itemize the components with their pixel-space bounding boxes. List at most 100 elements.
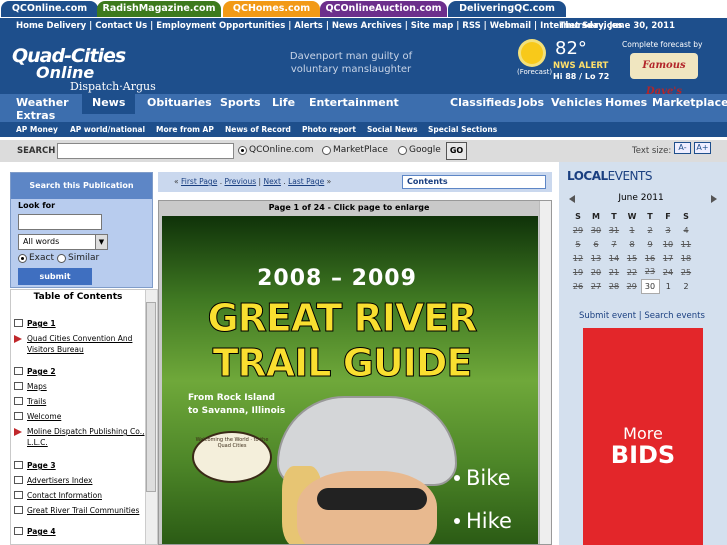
publication-submit-button[interactable]: submit: [18, 268, 92, 285]
subnav-more-ap[interactable]: More from AP: [156, 122, 214, 137]
sponsor-logo[interactable]: Famous Dave's: [630, 53, 698, 97]
subnav-social-news[interactable]: Social News: [367, 122, 418, 137]
calendar-day[interactable]: 16: [641, 251, 659, 265]
toc-item-welcome[interactable]: Welcome: [14, 411, 61, 422]
toc-item-page4[interactable]: Page 4: [14, 526, 56, 537]
calendar-day[interactable]: 18: [677, 251, 695, 265]
calendar-day[interactable]: 6: [587, 237, 605, 251]
calendar-day[interactable]: 26: [569, 279, 587, 293]
calendar-day[interactable]: 1: [623, 223, 641, 237]
local-events-logo[interactable]: LOCALEVENTS: [567, 169, 717, 183]
nav-entertainment[interactable]: Entertainment: [309, 96, 399, 109]
calendar-day[interactable]: 19: [569, 265, 587, 279]
calendar-day[interactable]: 2: [677, 279, 695, 293]
toc-item-page3[interactable]: Page 3: [14, 460, 56, 471]
first-page-link[interactable]: First Page: [181, 177, 217, 186]
calendar-day[interactable]: 23: [641, 265, 659, 279]
radio-google[interactable]: Google: [398, 145, 441, 155]
calendar-day[interactable]: 31: [605, 223, 623, 237]
search-input[interactable]: [57, 143, 234, 159]
subnav-special-sections[interactable]: Special Sections: [428, 122, 497, 137]
viewer-scrollbar[interactable]: [539, 201, 551, 544]
toc-item-communities[interactable]: Great River Trail Communities: [14, 505, 139, 516]
radio-marketplace[interactable]: MarketPlace: [322, 145, 388, 155]
radio-similar[interactable]: Similar: [57, 253, 99, 263]
toc-item-moline-dispatch[interactable]: Moline Dispatch Publishing Co., L.L.C.: [14, 426, 146, 448]
toc-scroll-thumb[interactable]: [146, 302, 156, 492]
next-link[interactable]: Next: [263, 177, 280, 186]
calendar-day[interactable]: 9: [641, 237, 659, 251]
nws-alert[interactable]: NWS ALERT: [553, 61, 608, 71]
radio-qconline[interactable]: QCOnline.com: [238, 145, 313, 155]
breaking-headline[interactable]: Davenport man guilty of voluntary mansla…: [266, 50, 436, 76]
subnav-photo-report[interactable]: Photo report: [302, 122, 356, 137]
toc-scrollbar[interactable]: [145, 290, 157, 544]
nav-homes[interactable]: Homes: [605, 96, 647, 109]
calendar-day[interactable]: 7: [605, 237, 623, 251]
subnav-ap-world[interactable]: AP world/national: [70, 122, 145, 137]
calendar-day[interactable]: 5: [569, 237, 587, 251]
text-larger-button[interactable]: A+: [694, 142, 711, 154]
calendar-day[interactable]: 15: [623, 251, 641, 265]
next-month-icon[interactable]: [711, 195, 717, 203]
toc-item-page2[interactable]: Page 2: [14, 366, 56, 377]
nav-classifieds[interactable]: Classifieds: [450, 96, 516, 109]
text-smaller-button[interactable]: A-: [674, 142, 691, 154]
calendar-day[interactable]: 13: [587, 251, 605, 265]
calendar-day[interactable]: 2: [641, 223, 659, 237]
calendar-day[interactable]: 24: [659, 265, 677, 279]
calendar-day[interactable]: 12: [569, 251, 587, 265]
calendar-day[interactable]: 30: [587, 223, 605, 237]
toc-item-page1[interactable]: Page 1: [14, 318, 56, 329]
calendar-day[interactable]: 8: [623, 237, 641, 251]
toc-item-trails[interactable]: Trails: [14, 396, 46, 407]
calendar-day[interactable]: 11: [677, 237, 695, 251]
search-go-button[interactable]: GO: [446, 142, 467, 160]
toc-item-visitors-bureau[interactable]: Quad Cities Convention And Visitors Bure…: [14, 333, 144, 355]
calendar-day[interactable]: 20: [587, 265, 605, 279]
calendar-day[interactable]: 14: [605, 251, 623, 265]
more-bids-ad[interactable]: More BIDS: [583, 328, 703, 545]
toc-item-maps[interactable]: Maps: [14, 381, 47, 392]
calendar-day-today[interactable]: 30: [640, 278, 660, 294]
calendar-day[interactable]: 29: [569, 223, 587, 237]
calendar-day[interactable]: 28: [605, 279, 623, 293]
calendar-day[interactable]: 22: [623, 265, 641, 279]
subnav-news-of-record[interactable]: News of Record: [225, 122, 291, 137]
contents-button[interactable]: Contents: [402, 175, 546, 189]
match-mode-select[interactable]: All words ▼: [18, 234, 108, 250]
calendar-day[interactable]: 17: [659, 251, 677, 265]
calendar-day[interactable]: 27: [587, 279, 605, 293]
calendar-day[interactable]: 25: [677, 265, 695, 279]
nav-jobs[interactable]: Jobs: [518, 96, 544, 109]
calendar-day[interactable]: 21: [605, 265, 623, 279]
look-for-input[interactable]: [18, 214, 102, 230]
weather-widget[interactable]: 82° (Forecast) NWS ALERT Hi 88 / Lo 72: [515, 38, 615, 90]
subnav-ap-money[interactable]: AP Money: [16, 122, 58, 137]
previous-link[interactable]: Previous: [224, 177, 256, 186]
tab-qconline[interactable]: QCOnline.com: [1, 1, 98, 17]
calendar-day[interactable]: 4: [677, 223, 695, 237]
tab-qchomes[interactable]: QCHomes.com: [223, 1, 320, 17]
last-page-link[interactable]: Last Page: [288, 177, 324, 186]
tab-radishmagazine[interactable]: RadishMagazine.com: [97, 1, 221, 17]
nav-weather-extras[interactable]: Weather Extras: [16, 96, 76, 122]
calendar-day[interactable]: 29: [623, 279, 641, 293]
prev-month-icon[interactable]: [569, 195, 575, 203]
nav-sports[interactable]: Sports: [220, 96, 261, 109]
toc-item-contact[interactable]: Contact Information: [14, 490, 102, 501]
nav-obituaries[interactable]: Obituaries: [147, 96, 212, 109]
event-links[interactable]: Submit event | Search events: [579, 311, 727, 321]
toc-item-advertisers[interactable]: Advertisers Index: [14, 475, 92, 486]
utility-links[interactable]: Home Delivery | Contact Us | Employment …: [16, 18, 623, 35]
site-logo[interactable]: Quad-Cities Online Dispatch·Argus: [10, 39, 170, 93]
nav-marketplace[interactable]: Marketplace: [652, 96, 727, 109]
cover-page-image[interactable]: 2008 – 2009 GREAT RIVER TRAIL GUIDE From…: [162, 216, 538, 544]
nav-news[interactable]: News: [82, 94, 136, 114]
calendar-day[interactable]: 1: [659, 279, 677, 293]
tab-qconlineauction[interactable]: QCOnlineAuction.com: [320, 1, 447, 17]
nav-life[interactable]: Life: [272, 96, 295, 109]
radio-exact[interactable]: Exact: [18, 253, 54, 263]
calendar-day[interactable]: 10: [659, 237, 677, 251]
nav-vehicles[interactable]: Vehicles: [551, 96, 602, 109]
